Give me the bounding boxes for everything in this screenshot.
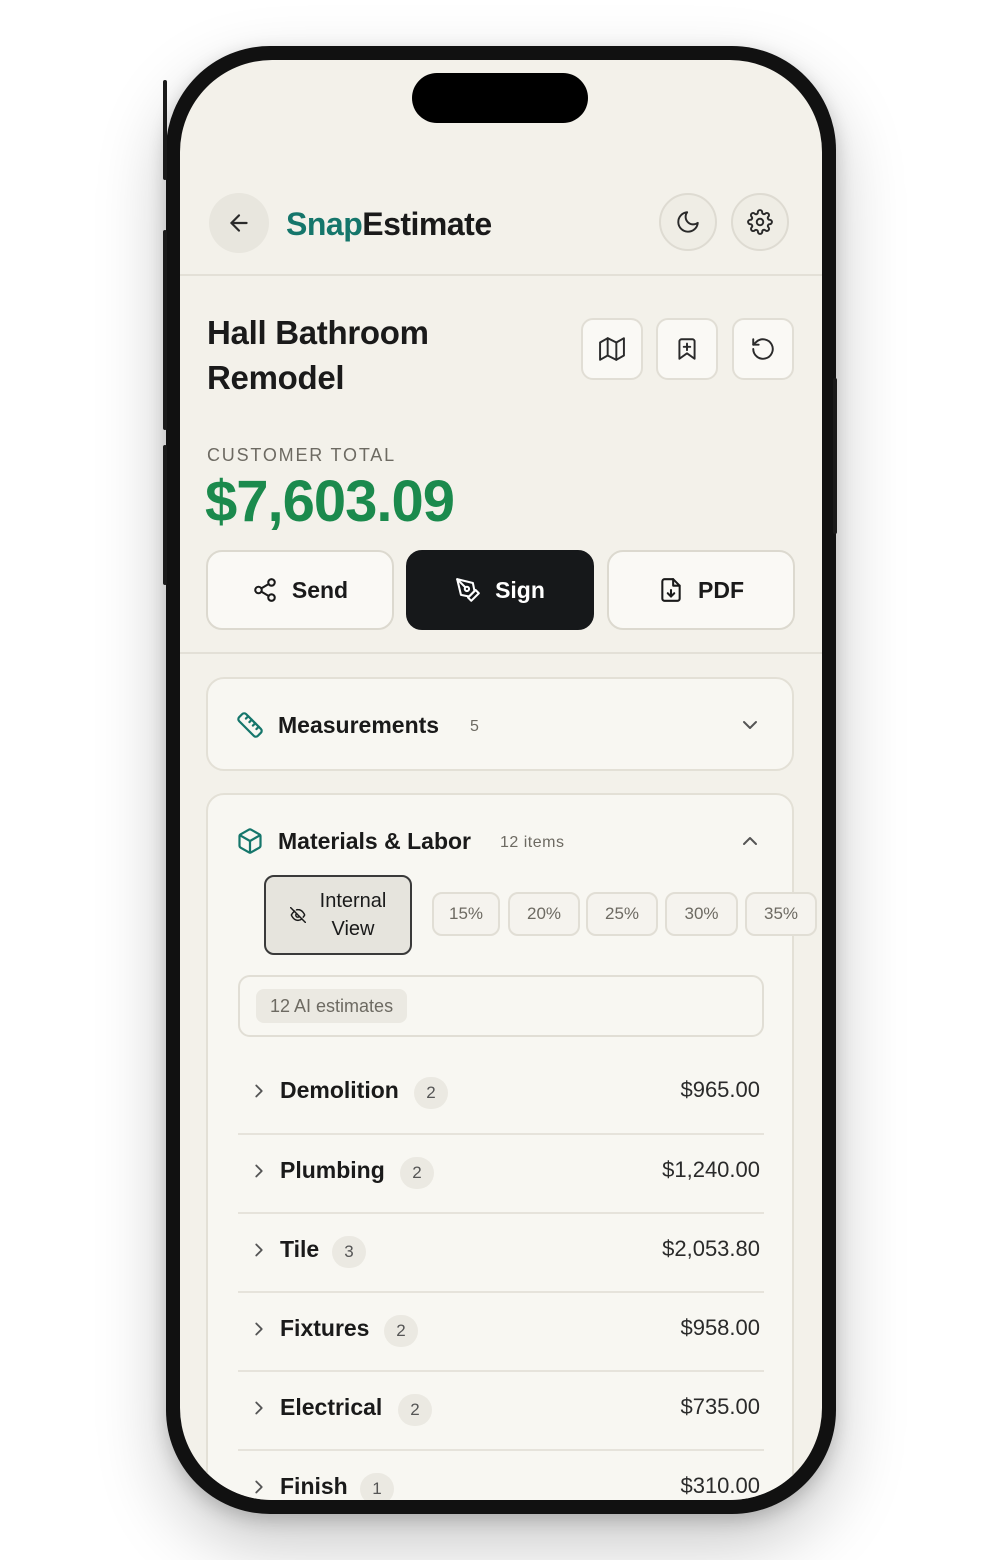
arrow-left-icon (230, 214, 248, 232)
line-item-amount: $958.00 (680, 1315, 760, 1340)
chevron-right-icon (255, 1164, 263, 1178)
reset-button[interactable] (732, 318, 794, 380)
markup-20-button[interactable]: 20% (508, 892, 580, 936)
app-header: SnapEstimate (180, 190, 822, 276)
theme-toggle-button[interactable] (659, 193, 717, 251)
line-item-name: Demolition (280, 1077, 399, 1103)
line-item-count: 2 (384, 1315, 418, 1347)
chevron-right-icon (255, 1084, 263, 1098)
internal-view-toggle[interactable]: Internal View (264, 875, 412, 955)
send-label: Send (291, 576, 349, 603)
line-item-amount: $1,240.00 (662, 1157, 760, 1182)
chevron-right-icon (255, 1322, 263, 1336)
map-icon (599, 337, 625, 361)
line-item-count: 1 (360, 1473, 394, 1500)
materials-count: 12 items (500, 834, 565, 851)
brand-part-snap: Snap (286, 206, 363, 242)
phone-power-button (833, 378, 837, 534)
line-item-count: 2 (400, 1157, 434, 1189)
line-item-count: 3 (332, 1236, 366, 1268)
line-item-row[interactable]: Tile 3 $2,053.80 (238, 1212, 764, 1290)
moon-icon (677, 211, 699, 233)
line-item-name: Fixtures (280, 1315, 370, 1341)
send-button[interactable]: Send (206, 550, 394, 630)
internal-view-line2: View (331, 918, 375, 940)
phone-side-button (163, 80, 167, 180)
project-title-line2: Remodel (207, 359, 345, 396)
markup-35-button[interactable]: 35% (745, 892, 817, 936)
chevron-down-icon (743, 721, 757, 729)
line-item-name: Plumbing (280, 1157, 385, 1183)
gear-icon (747, 209, 773, 235)
section-divider (180, 652, 822, 654)
line-item-row[interactable]: Fixtures 2 $958.00 (238, 1291, 764, 1369)
line-item-row[interactable]: Electrical 2 $735.00 (238, 1370, 764, 1448)
internal-view-line1: Internal (319, 890, 387, 912)
bookmark-add-button[interactable] (656, 318, 718, 380)
package-icon (238, 828, 262, 854)
chevron-right-icon (255, 1401, 263, 1415)
line-item-name: Finish (280, 1473, 348, 1499)
chevron-right-icon (255, 1480, 263, 1494)
share-icon (254, 578, 276, 602)
customer-total-value: $7,603.09 (205, 469, 455, 534)
pdf-button[interactable]: PDF (607, 550, 795, 630)
line-item-amount: $2,053.80 (662, 1236, 760, 1261)
project-title-line1: Hall Bathroom (207, 314, 429, 351)
settings-button[interactable] (731, 193, 789, 251)
dynamic-island (412, 73, 588, 123)
measurements-count: 5 (470, 718, 480, 735)
line-item-amount: $735.00 (680, 1394, 760, 1419)
line-item-name: Tile (280, 1236, 320, 1262)
line-item-amount: $965.00 (680, 1077, 760, 1102)
line-item-row[interactable]: Plumbing 2 $1,240.00 (238, 1133, 764, 1211)
sign-label: Sign (495, 576, 545, 603)
map-button[interactable] (581, 318, 643, 380)
brand-part-estimate: Estimate (362, 206, 492, 242)
file-download-icon (661, 578, 681, 602)
line-item-row[interactable]: Finish 1 $310.00 (238, 1449, 764, 1500)
markup-25-button[interactable]: 25% (586, 892, 658, 936)
ai-estimates-panel: 12 AI estimates (238, 975, 764, 1037)
chevron-right-icon (255, 1243, 263, 1257)
materials-labor-card: Materials & Labor 12 items Internal View… (206, 793, 817, 1500)
materials-title: Materials & Labor (278, 828, 471, 854)
line-item-name: Electrical (280, 1394, 383, 1420)
markup-15-button[interactable]: 15% (432, 892, 500, 936)
pdf-label: PDF (698, 576, 744, 603)
internal-view-label: Internal View (320, 887, 387, 943)
customer-total-label: CUSTOMER TOTAL (207, 445, 396, 465)
project-title: Hall Bathroom Remodel (207, 310, 547, 400)
bookmark-plus-icon (678, 338, 696, 360)
sign-button[interactable]: Sign (406, 550, 594, 630)
phone-volume-down (163, 445, 167, 585)
back-button[interactable] (209, 193, 269, 253)
app-brand: SnapEstimate (286, 206, 492, 243)
line-item-count: 2 (398, 1394, 432, 1426)
measurements-title: Measurements (278, 712, 440, 738)
markup-30-button[interactable]: 30% (665, 892, 738, 936)
ruler-icon (237, 712, 263, 738)
eye-off-icon (289, 907, 306, 923)
ai-estimates-chip[interactable]: 12 AI estimates (256, 989, 408, 1023)
phone-volume-up (163, 230, 167, 430)
rotate-ccw-icon (752, 338, 774, 360)
app-screen: SnapEstimate Hall Bathroom Remodel CUSTO… (180, 60, 822, 1500)
measurements-card[interactable]: Measurements 5 (206, 677, 794, 771)
line-item-row[interactable]: Demolition 2 $965.00 (238, 1055, 764, 1133)
pen-tool-icon (456, 578, 480, 602)
line-item-count: 2 (414, 1077, 448, 1109)
line-item-amount: $310.00 (680, 1473, 760, 1498)
chevron-up-icon[interactable] (738, 829, 762, 853)
